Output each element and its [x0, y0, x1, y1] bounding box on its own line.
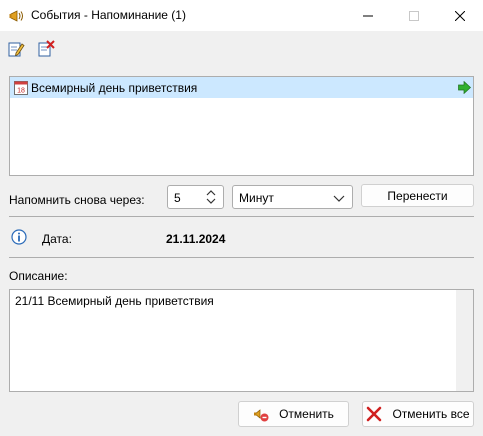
- snooze-label: Напомнить снова через:: [9, 193, 145, 207]
- title-bar: События - Напоминание (1): [0, 0, 483, 31]
- megaphone-icon: [9, 10, 23, 22]
- postpone-button[interactable]: Перенести: [361, 184, 474, 207]
- delete-event-icon[interactable]: [37, 40, 55, 58]
- divider: [9, 257, 474, 258]
- snooze-unit-value: Минут: [239, 191, 274, 205]
- toolbar: [0, 31, 483, 66]
- calendar-icon: 18: [14, 81, 28, 95]
- spinner-arrows-icon[interactable]: [204, 188, 218, 206]
- window-title: События - Напоминание (1): [31, 8, 186, 22]
- info-icon: [11, 229, 27, 245]
- scrollbar[interactable]: [456, 290, 473, 391]
- divider: [9, 216, 474, 217]
- dismiss-icon: [254, 409, 269, 422]
- cancel-label: Отменить: [279, 407, 334, 421]
- list-item[interactable]: 18 Всемирный день приветствия: [10, 77, 473, 98]
- chevron-down-icon: [333, 195, 345, 202]
- snooze-value-stepper[interactable]: 5: [167, 185, 224, 209]
- maximize-button[interactable]: [391, 0, 437, 31]
- minimize-icon: [363, 15, 373, 16]
- snooze-value: 5: [174, 191, 181, 205]
- minimize-button[interactable]: [345, 0, 391, 31]
- cancel-all-label: Отменить все: [392, 407, 470, 421]
- close-icon: [455, 10, 465, 21]
- maximize-icon: [409, 10, 419, 21]
- close-red-icon: [367, 406, 382, 422]
- description-label: Описание:: [9, 269, 68, 283]
- snooze-unit-select[interactable]: Минут: [232, 185, 353, 209]
- cancel-all-button[interactable]: Отменить все: [362, 401, 474, 427]
- edit-event-icon[interactable]: [7, 40, 25, 58]
- cancel-button[interactable]: Отменить: [238, 401, 349, 427]
- events-list[interactable]: 18 Всемирный день приветствия: [9, 76, 474, 176]
- date-value: 21.11.2024: [166, 232, 226, 246]
- event-title: Всемирный день приветствия: [31, 81, 198, 95]
- green-arrow-icon[interactable]: [458, 81, 471, 94]
- description-textarea[interactable]: 21/11 Всемирный день приветствия: [9, 289, 474, 392]
- svg-text:18: 18: [17, 88, 25, 95]
- close-button[interactable]: [437, 0, 483, 31]
- description-text: 21/11 Всемирный день приветствия: [15, 294, 214, 308]
- date-label: Дата:: [42, 232, 72, 246]
